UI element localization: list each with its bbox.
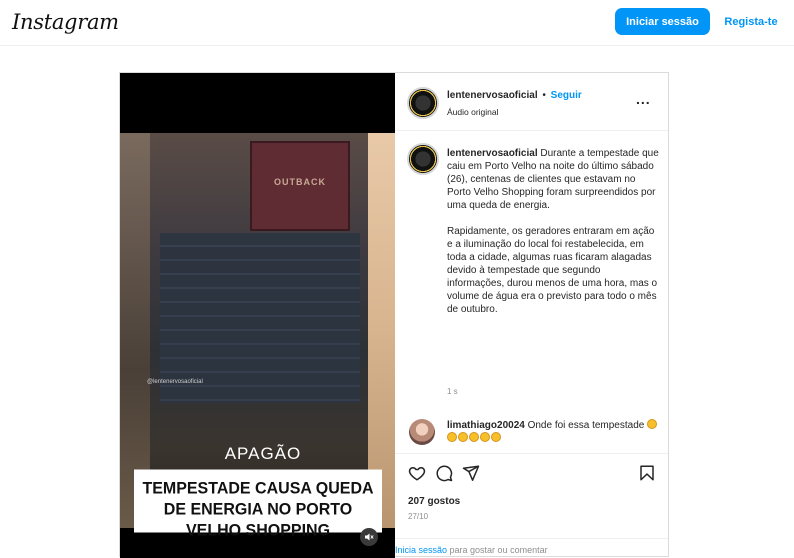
video-headline: TEMPESTADE CAUSA QUEDA DE ENERGIA NO POR… (134, 469, 382, 540)
audio-label[interactable]: Áudio original (447, 107, 499, 117)
login-prompt: Inicia sessão para gostar ou comentar (395, 538, 668, 558)
comment-text: Onde foi essa tempestade (524, 420, 648, 431)
login-prompt-text: para gostar ou comentar (447, 545, 548, 555)
avatar[interactable] (407, 87, 439, 119)
post-date: 27/10 (408, 512, 429, 521)
post-caption: lentenervosaoficial Durante a tempestade… (447, 147, 659, 316)
likes-count[interactable]: 207 gostos (408, 496, 460, 507)
caption-time: 1 s (447, 387, 458, 396)
comment-icon[interactable] (435, 464, 453, 482)
video-watermark: @lentenervosaoficial (147, 379, 203, 385)
bookmark-icon[interactable] (638, 464, 656, 482)
login-button[interactable]: Iniciar sessão (615, 8, 710, 35)
heart-icon[interactable] (408, 464, 426, 482)
author-username[interactable]: lentenervosaoficial (447, 90, 538, 101)
store-shutter (160, 233, 360, 403)
video-player[interactable]: OUTBACK @lentenervosaoficial APAGÃO TEMP… (120, 73, 395, 558)
comment-username[interactable]: limathiago20024 (447, 420, 525, 431)
store-sign: OUTBACK (250, 141, 350, 231)
post-actions: 207 gostos 27/10 (395, 453, 668, 525)
more-options-icon[interactable]: ... (636, 91, 651, 107)
post-author: lentenervosaoficial • Seguir (447, 90, 582, 101)
post-header: lentenervosaoficial • Seguir Áudio origi… (395, 73, 668, 131)
video-frame: OUTBACK @lentenervosaoficial APAGÃO TEMP… (120, 133, 395, 540)
follow-button[interactable]: Seguir (551, 90, 582, 101)
commenter-avatar[interactable] (409, 419, 435, 445)
instagram-logo[interactable]: Instagram (12, 10, 119, 34)
caption-avatar[interactable] (407, 143, 439, 175)
top-bar: Instagram Iniciar sessão Regista-te (0, 0, 794, 46)
post-card: OUTBACK @lentenervosaoficial APAGÃO TEMP… (119, 72, 669, 558)
login-link[interactable]: Inicia sessão (395, 545, 447, 555)
speaker-off-icon[interactable] (360, 528, 378, 546)
register-link[interactable]: Regista-te (718, 8, 784, 35)
caption-username[interactable]: lentenervosaoficial (447, 148, 538, 159)
share-icon[interactable] (462, 464, 480, 482)
comment: limathiago20024 Onde foi essa tempestade (447, 419, 659, 445)
post-details: lentenervosaoficial • Seguir Áudio origi… (395, 73, 668, 558)
video-label: APAGÃO (224, 444, 302, 463)
caption-text: Durante a tempestade que caiu em Porto V… (447, 148, 659, 315)
